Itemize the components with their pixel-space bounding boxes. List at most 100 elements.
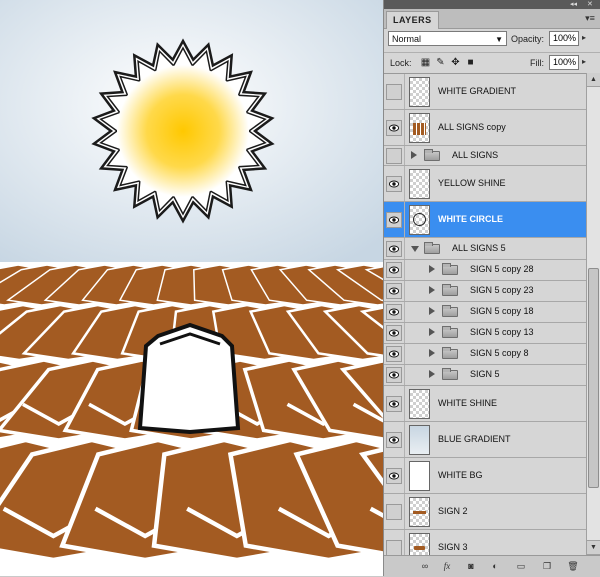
layer-row[interactable]: SIGN 5 copy 18 (384, 302, 586, 323)
layer-thumbnail (409, 112, 430, 143)
layer-row[interactable]: WHITE BG (384, 458, 586, 494)
visibility-toggle[interactable] (386, 539, 402, 556)
layers-scrollbar[interactable]: ▲ ▼ (586, 73, 600, 555)
signs-preview (413, 122, 426, 135)
expand-triangle-right-icon[interactable] (429, 307, 435, 315)
visibility-toggle[interactable] (386, 175, 402, 192)
circle-preview (413, 212, 426, 226)
layer-row[interactable]: SIGN 5 copy 28 (384, 260, 586, 281)
document-canvas[interactable] (0, 0, 383, 576)
link-icon[interactable]: ∞ (418, 560, 432, 573)
visibility-toggle[interactable] (386, 240, 402, 257)
eye-icon (389, 124, 399, 131)
visibility-toggle[interactable] (386, 283, 402, 299)
blend-mode-select[interactable]: Normal ▼ (388, 31, 507, 46)
eye-icon (389, 216, 399, 223)
expand-triangle-right-icon[interactable] (429, 349, 435, 357)
visibility-toggle[interactable] (386, 503, 402, 520)
visibility-toggle[interactable] (386, 304, 402, 320)
visibility-toggle[interactable] (386, 431, 402, 448)
layer-row[interactable]: WHITE SHINE (384, 386, 586, 422)
expand-triangle-down-icon[interactable] (411, 245, 419, 252)
opacity-input[interactable]: 100% (549, 31, 579, 46)
layer-row[interactable]: ALL SIGNS copy (384, 110, 586, 146)
layer-row[interactable]: SIGN 5 copy 8 (384, 344, 586, 365)
layer-thumbnail (409, 460, 430, 491)
panel-menu-icon[interactable]: ▾≡ (584, 12, 596, 24)
visibility-toggle[interactable] (386, 262, 402, 278)
new-group-icon[interactable]: ▭ (514, 560, 528, 573)
chevron-down-icon: ▼ (495, 35, 503, 44)
layer-row[interactable]: SIGN 5 (384, 365, 586, 386)
folder-icon (442, 347, 458, 359)
layer-name: SIGN 3 (438, 541, 468, 552)
eye-icon (389, 436, 399, 443)
layer-row[interactable]: WHITE GRADIENT (384, 74, 586, 110)
visibility-toggle[interactable] (386, 467, 402, 484)
folder-icon (424, 148, 440, 161)
layer-row[interactable]: SIGN 5 copy 13 (384, 323, 586, 344)
eye-icon (389, 245, 399, 252)
expand-triangle-right-icon[interactable] (411, 150, 417, 159)
layer-name: SIGN 5 copy 18 (470, 306, 534, 316)
new-layer-icon[interactable]: ❐ (540, 560, 554, 573)
layer-row[interactable]: SIGN 3 (384, 530, 586, 556)
layer-row[interactable]: YELLOW SHINE (384, 166, 586, 202)
row-divider (404, 386, 405, 421)
row-divider (404, 458, 405, 493)
layer-name: SIGN 5 copy 23 (470, 285, 534, 295)
expand-triangle-right-icon[interactable] (429, 370, 435, 378)
adjustment-icon[interactable]: ◐ (488, 560, 502, 573)
sign-preview (414, 545, 425, 550)
fx-icon[interactable]: fx (440, 560, 454, 573)
visibility-toggle[interactable] (386, 147, 402, 164)
layer-row[interactable]: BLUE GRADIENT (384, 422, 586, 458)
visibility-toggle[interactable] (386, 211, 402, 228)
layer-row[interactable]: ALL SIGNS 5 (384, 238, 586, 260)
layer-thumbnail (409, 532, 430, 556)
fill-input[interactable]: 100% (549, 55, 579, 70)
layer-thumbnail (409, 76, 430, 107)
fill-slider-toggle-icon[interactable]: ▸ (582, 57, 586, 66)
layer-row[interactable]: WHITE CIRCLE (384, 202, 586, 238)
collapse-icon[interactable]: ◂◂ (570, 0, 577, 9)
visibility-toggle[interactable] (386, 119, 402, 136)
eye-icon (389, 308, 399, 316)
layer-row[interactable]: SIGN 5 copy 23 (384, 281, 586, 302)
lock-all-icon[interactable]: ■ (465, 57, 476, 68)
layer-row[interactable]: ALL SIGNS (384, 146, 586, 166)
visibility-toggle[interactable] (386, 346, 402, 362)
tab-layers[interactable]: LAYERS (386, 11, 439, 29)
layer-row[interactable]: SIGN 2 (384, 494, 586, 530)
row-divider (404, 302, 405, 322)
visibility-toggle[interactable] (386, 83, 402, 100)
layers-panel: ◂◂ ✕ LAYERS ▾≡ Normal ▼ Opacity: 100% ▸ … (383, 0, 600, 577)
mask-icon[interactable]: ◙ (464, 560, 478, 573)
scroll-down-icon[interactable]: ▼ (587, 540, 600, 555)
fill-label: Fill: (530, 58, 544, 68)
lock-brush-icon[interactable]: ✎ (435, 57, 446, 68)
folder-icon (442, 284, 458, 296)
artwork (0, 0, 383, 576)
layer-thumbnail (409, 424, 430, 455)
row-divider (404, 260, 405, 280)
lock-move-icon[interactable]: ✥ (450, 57, 461, 68)
visibility-toggle[interactable] (386, 367, 402, 383)
expand-triangle-right-icon[interactable] (429, 265, 435, 273)
trash-icon[interactable]: 🗑 (566, 560, 580, 573)
blend-mode-value: Normal (392, 34, 422, 44)
scroll-thumb[interactable] (588, 268, 599, 488)
eye-icon (389, 400, 399, 407)
visibility-toggle[interactable] (386, 395, 402, 412)
eye-icon (389, 266, 399, 274)
row-divider (404, 74, 405, 109)
row-divider (404, 365, 405, 385)
visibility-toggle[interactable] (386, 325, 402, 341)
lock-transparent-icon[interactable]: ▦ (420, 57, 431, 68)
row-divider (404, 344, 405, 364)
scroll-up-icon[interactable]: ▲ (587, 73, 600, 87)
expand-triangle-right-icon[interactable] (429, 328, 435, 336)
close-panel-icon[interactable]: ✕ (587, 0, 593, 9)
expand-triangle-right-icon[interactable] (429, 286, 435, 294)
opacity-slider-toggle-icon[interactable]: ▸ (582, 33, 586, 42)
